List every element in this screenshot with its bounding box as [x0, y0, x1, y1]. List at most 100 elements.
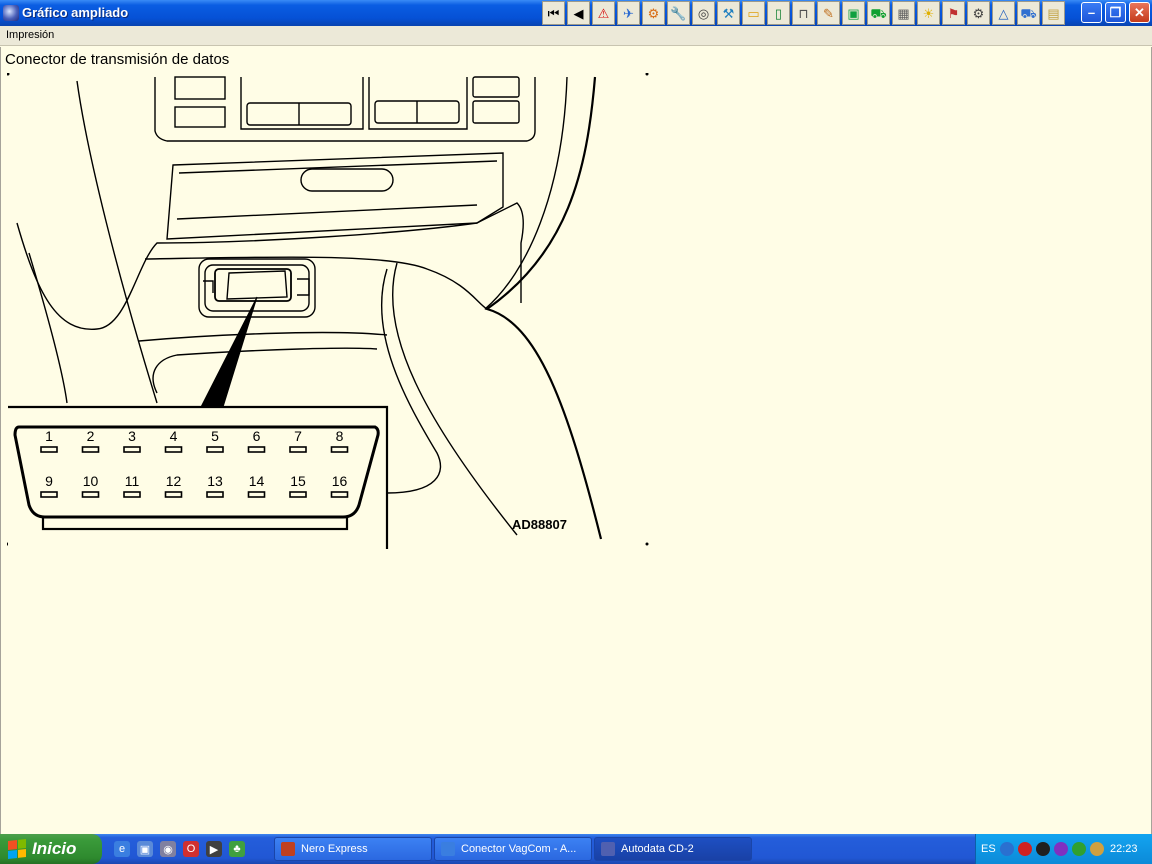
close-button[interactable]: ✕: [1129, 2, 1150, 23]
taskbar: Inicio e ▣ ◉ O ▶ ♣ Nero Express Conector VagCo…: [0, 834, 1152, 864]
door-icon: ▯: [774, 5, 783, 21]
shield-icon[interactable]: [1054, 842, 1068, 856]
media-icon[interactable]: ▶: [206, 841, 222, 857]
battery-button[interactable]: ▭: [742, 1, 765, 25]
pen-button[interactable]: ✎: [817, 1, 840, 25]
pin-label: 5: [211, 428, 219, 444]
tools-icon: ⚒: [722, 5, 735, 21]
page-title: Conector de transmisión de datos: [5, 51, 230, 68]
lift-icon: ⊓: [798, 5, 809, 21]
pin-label: 2: [87, 428, 95, 444]
taskbar-button[interactable]: Autodata CD-2: [594, 837, 752, 861]
car-blue-button[interactable]: ⛟: [1017, 1, 1040, 25]
taskbar-button-label: Nero Express: [301, 843, 368, 855]
taskbar-button[interactable]: Conector VagCom - A...: [434, 837, 592, 861]
opera-icon[interactable]: O: [183, 841, 199, 857]
first-page-button[interactable]: ⏮: [542, 1, 565, 25]
chip-button[interactable]: ▦: [892, 1, 915, 25]
pin-label: 14: [249, 473, 265, 489]
triangle-icon: △: [998, 5, 1009, 21]
warning-icon: ⚠: [597, 5, 610, 21]
door-button[interactable]: ▯: [767, 1, 790, 25]
window-title: Gráfico ampliado: [22, 5, 129, 20]
service-icon: ⚑: [947, 5, 960, 21]
warning-button[interactable]: ⚠: [592, 1, 615, 25]
chevron-left-icon[interactable]: [1000, 842, 1014, 856]
gear-icon: ⚙: [647, 5, 660, 21]
ie-icon[interactable]: e: [114, 841, 130, 857]
program-icon[interactable]: ◉: [160, 841, 176, 857]
minimize-button[interactable]: –: [1081, 2, 1102, 23]
previous-button[interactable]: ◀: [567, 1, 590, 25]
note-icon: ▤: [1047, 5, 1060, 21]
start-label: Inicio: [32, 839, 77, 858]
pin-label: 16: [332, 473, 348, 489]
pin-label: 6: [253, 428, 261, 444]
content-area: Conector de transmisión de datos 1 2 3 4…: [0, 47, 1152, 834]
pin-label: 11: [125, 473, 140, 489]
settings-icon: ⚙: [972, 5, 985, 21]
messenger-icon[interactable]: ♣: [229, 841, 245, 857]
settings-button[interactable]: ⚙: [967, 1, 990, 25]
first-page-icon: ⏮: [547, 5, 560, 21]
triangle-button[interactable]: △: [992, 1, 1015, 25]
car-blue-icon: ⛟: [1020, 5, 1037, 21]
maximize-button[interactable]: ❐: [1105, 2, 1126, 23]
pin-label: 15: [290, 473, 306, 489]
pin-label: 4: [170, 428, 178, 444]
airplane-button[interactable]: ✈: [617, 1, 640, 25]
wrench-icon: 🔧: [670, 5, 687, 21]
title-bar[interactable]: Gráfico ampliado ⏮ ◀ ⚠ ✈ ⚙ 🔧 ◎ ⚒ ▭ ▯ ⊓ ✎ ▣ ⛟ ▦ ☀ ⚑ ⚙ △ ⛟ ▤ –…: [0, 0, 1152, 26]
menu-bar: Impresión: [0, 26, 1152, 46]
pin-label: 10: [83, 473, 99, 489]
car-green-icon: ⛟: [870, 5, 887, 21]
pin-label: 8: [336, 428, 344, 444]
battery-icon: ▭: [747, 5, 760, 21]
user-icon[interactable]: [1090, 842, 1104, 856]
close-icon: ✕: [1134, 4, 1145, 20]
network-icon[interactable]: [1072, 842, 1086, 856]
car-green-button[interactable]: ⛟: [867, 1, 890, 25]
zonealarm-icon[interactable]: [1036, 842, 1050, 856]
pen-icon: ✎: [823, 5, 834, 21]
lift-button[interactable]: ⊓: [792, 1, 815, 25]
engine-icon: ▣: [847, 5, 860, 21]
windows-logo-icon: [8, 839, 26, 859]
pointer-arrow: [200, 296, 258, 408]
taskbar-button[interactable]: Nero Express: [274, 837, 432, 861]
antivirus-icon[interactable]: [1018, 842, 1032, 856]
chip-icon: ▦: [897, 5, 910, 21]
pin-label: 1: [45, 428, 53, 444]
engine-button[interactable]: ▣: [842, 1, 865, 25]
app-icon: [3, 5, 19, 21]
minimize-icon: –: [1087, 5, 1096, 20]
menu-item-impresion[interactable]: Impresión: [6, 29, 54, 41]
tools-button[interactable]: ⚒: [717, 1, 740, 25]
app-icon: [441, 842, 455, 856]
note-button[interactable]: ▤: [1042, 1, 1065, 25]
connector-diagram: 12345678 9 10 11 12 13 14 15 16 AD88807: [7, 73, 649, 549]
pin-label: 13: [207, 473, 223, 489]
service-button[interactable]: ⚑: [942, 1, 965, 25]
pin-label: 3: [128, 428, 136, 444]
tire-icon: ◎: [697, 5, 710, 21]
airplane-icon: ✈: [623, 5, 634, 21]
gear-button[interactable]: ⚙: [642, 1, 665, 25]
taskbar-button-label: Autodata CD-2: [621, 843, 694, 855]
wrench-button[interactable]: 🔧: [667, 1, 690, 25]
previous-icon: ◀: [573, 5, 584, 21]
app-icon: [601, 842, 615, 856]
pin-label: 12: [166, 473, 182, 489]
app-icon: [281, 842, 295, 856]
figure-code: AD88807: [512, 517, 567, 532]
clock[interactable]: 22:23: [1110, 843, 1138, 855]
language-indicator[interactable]: ES: [981, 843, 996, 855]
pin-label: 9: [45, 473, 53, 489]
light-icon: ☀: [922, 5, 935, 21]
start-button[interactable]: Inicio: [0, 834, 102, 864]
restore-icon: ❐: [1109, 4, 1122, 20]
light-button[interactable]: ☀: [917, 1, 940, 25]
desktop-icon[interactable]: ▣: [137, 841, 153, 857]
tire-button[interactable]: ◎: [692, 1, 715, 25]
system-tray: ES 22:23: [975, 834, 1152, 864]
